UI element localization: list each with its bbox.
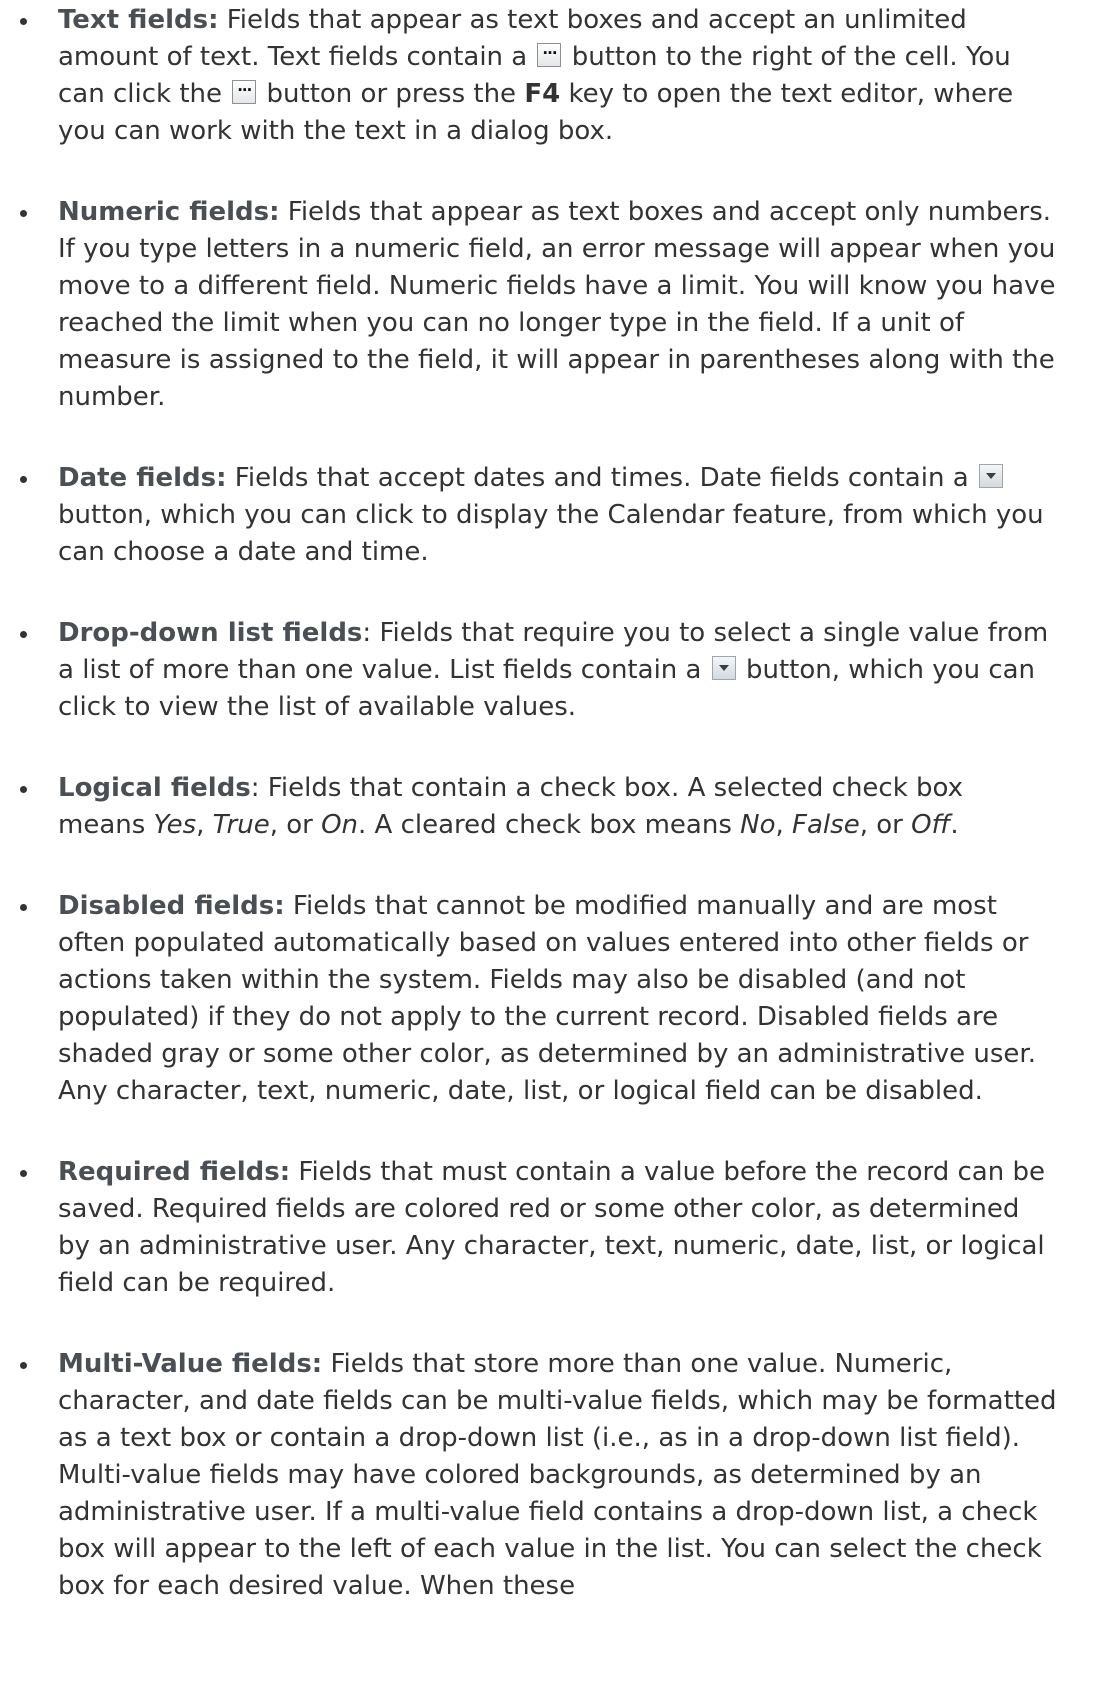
ellipsis-button-icon: ··· [232, 80, 257, 104]
body-text: , [775, 810, 793, 840]
term-required-fields: Required fields: [58, 1157, 291, 1187]
body-text: . [950, 810, 959, 840]
dropdown-arrow-icon [978, 464, 1003, 488]
ellipsis-button-icon: ··· [537, 43, 562, 67]
term-disabled-fields: Disabled fields: [58, 891, 285, 921]
body-text: Fields that appear as text boxes and acc… [58, 197, 1056, 412]
term-text-fields: Text fields: [58, 5, 219, 35]
body-text: . A cleared check box means [358, 810, 741, 840]
body-text: button, which you can click to display t… [58, 500, 1044, 567]
list-item-logical-fields: Logical fields: Fields that contain a ch… [20, 770, 1058, 844]
term-date-fields: Date fields: [58, 463, 227, 493]
dropdown-arrow-icon [711, 656, 736, 680]
list-item-dropdown-list-fields: Drop-down list fields: Fields that requi… [20, 615, 1058, 726]
body-text: Fields that accept dates and times. Date… [226, 463, 977, 493]
body-text: , or [269, 810, 322, 840]
field-types-list: Text fields: Fields that appear as text … [0, 2, 1119, 1605]
body-text: : [362, 618, 372, 648]
term-numeric-fields: Numeric fields: [58, 197, 280, 227]
list-item-numeric-fields: Numeric fields: Fields that appear as te… [20, 194, 1058, 416]
emphasis-text: True [212, 810, 270, 840]
emphasis-text: Off [911, 810, 951, 840]
term-dropdown-list-fields: Drop-down list fields [58, 618, 363, 648]
body-text: , [196, 810, 213, 840]
list-item-multi-value-fields: Multi-Value fields: Fields that store mo… [20, 1346, 1058, 1605]
body-text: Fields that cannot be modified manually … [58, 891, 1036, 1106]
emphasis-text: Yes [153, 810, 197, 840]
term-logical-fields: Logical fields [58, 773, 251, 803]
list-item-required-fields: Required fields: Fields that must contai… [20, 1154, 1058, 1302]
emphasis-text: On [321, 810, 359, 840]
body-text: button or press the [258, 79, 525, 109]
body-text: : [250, 773, 260, 803]
body-text: , or [859, 810, 912, 840]
list-item-text-fields: Text fields: Fields that appear as text … [20, 2, 1058, 150]
term-multi-value-fields: Multi-Value fields: [58, 1349, 323, 1379]
emphasis-text: No [740, 810, 776, 840]
list-item-disabled-fields: Disabled fields: Fields that cannot be m… [20, 888, 1058, 1110]
list-item-date-fields: Date fields: Fields that accept dates an… [20, 460, 1058, 571]
emphasis-text: False [792, 810, 860, 840]
document-page: Text fields: Fields that appear as text … [0, 0, 1119, 1707]
body-text: Fields that store more than one value. N… [58, 1349, 1057, 1601]
key-name: F4 [524, 79, 561, 109]
